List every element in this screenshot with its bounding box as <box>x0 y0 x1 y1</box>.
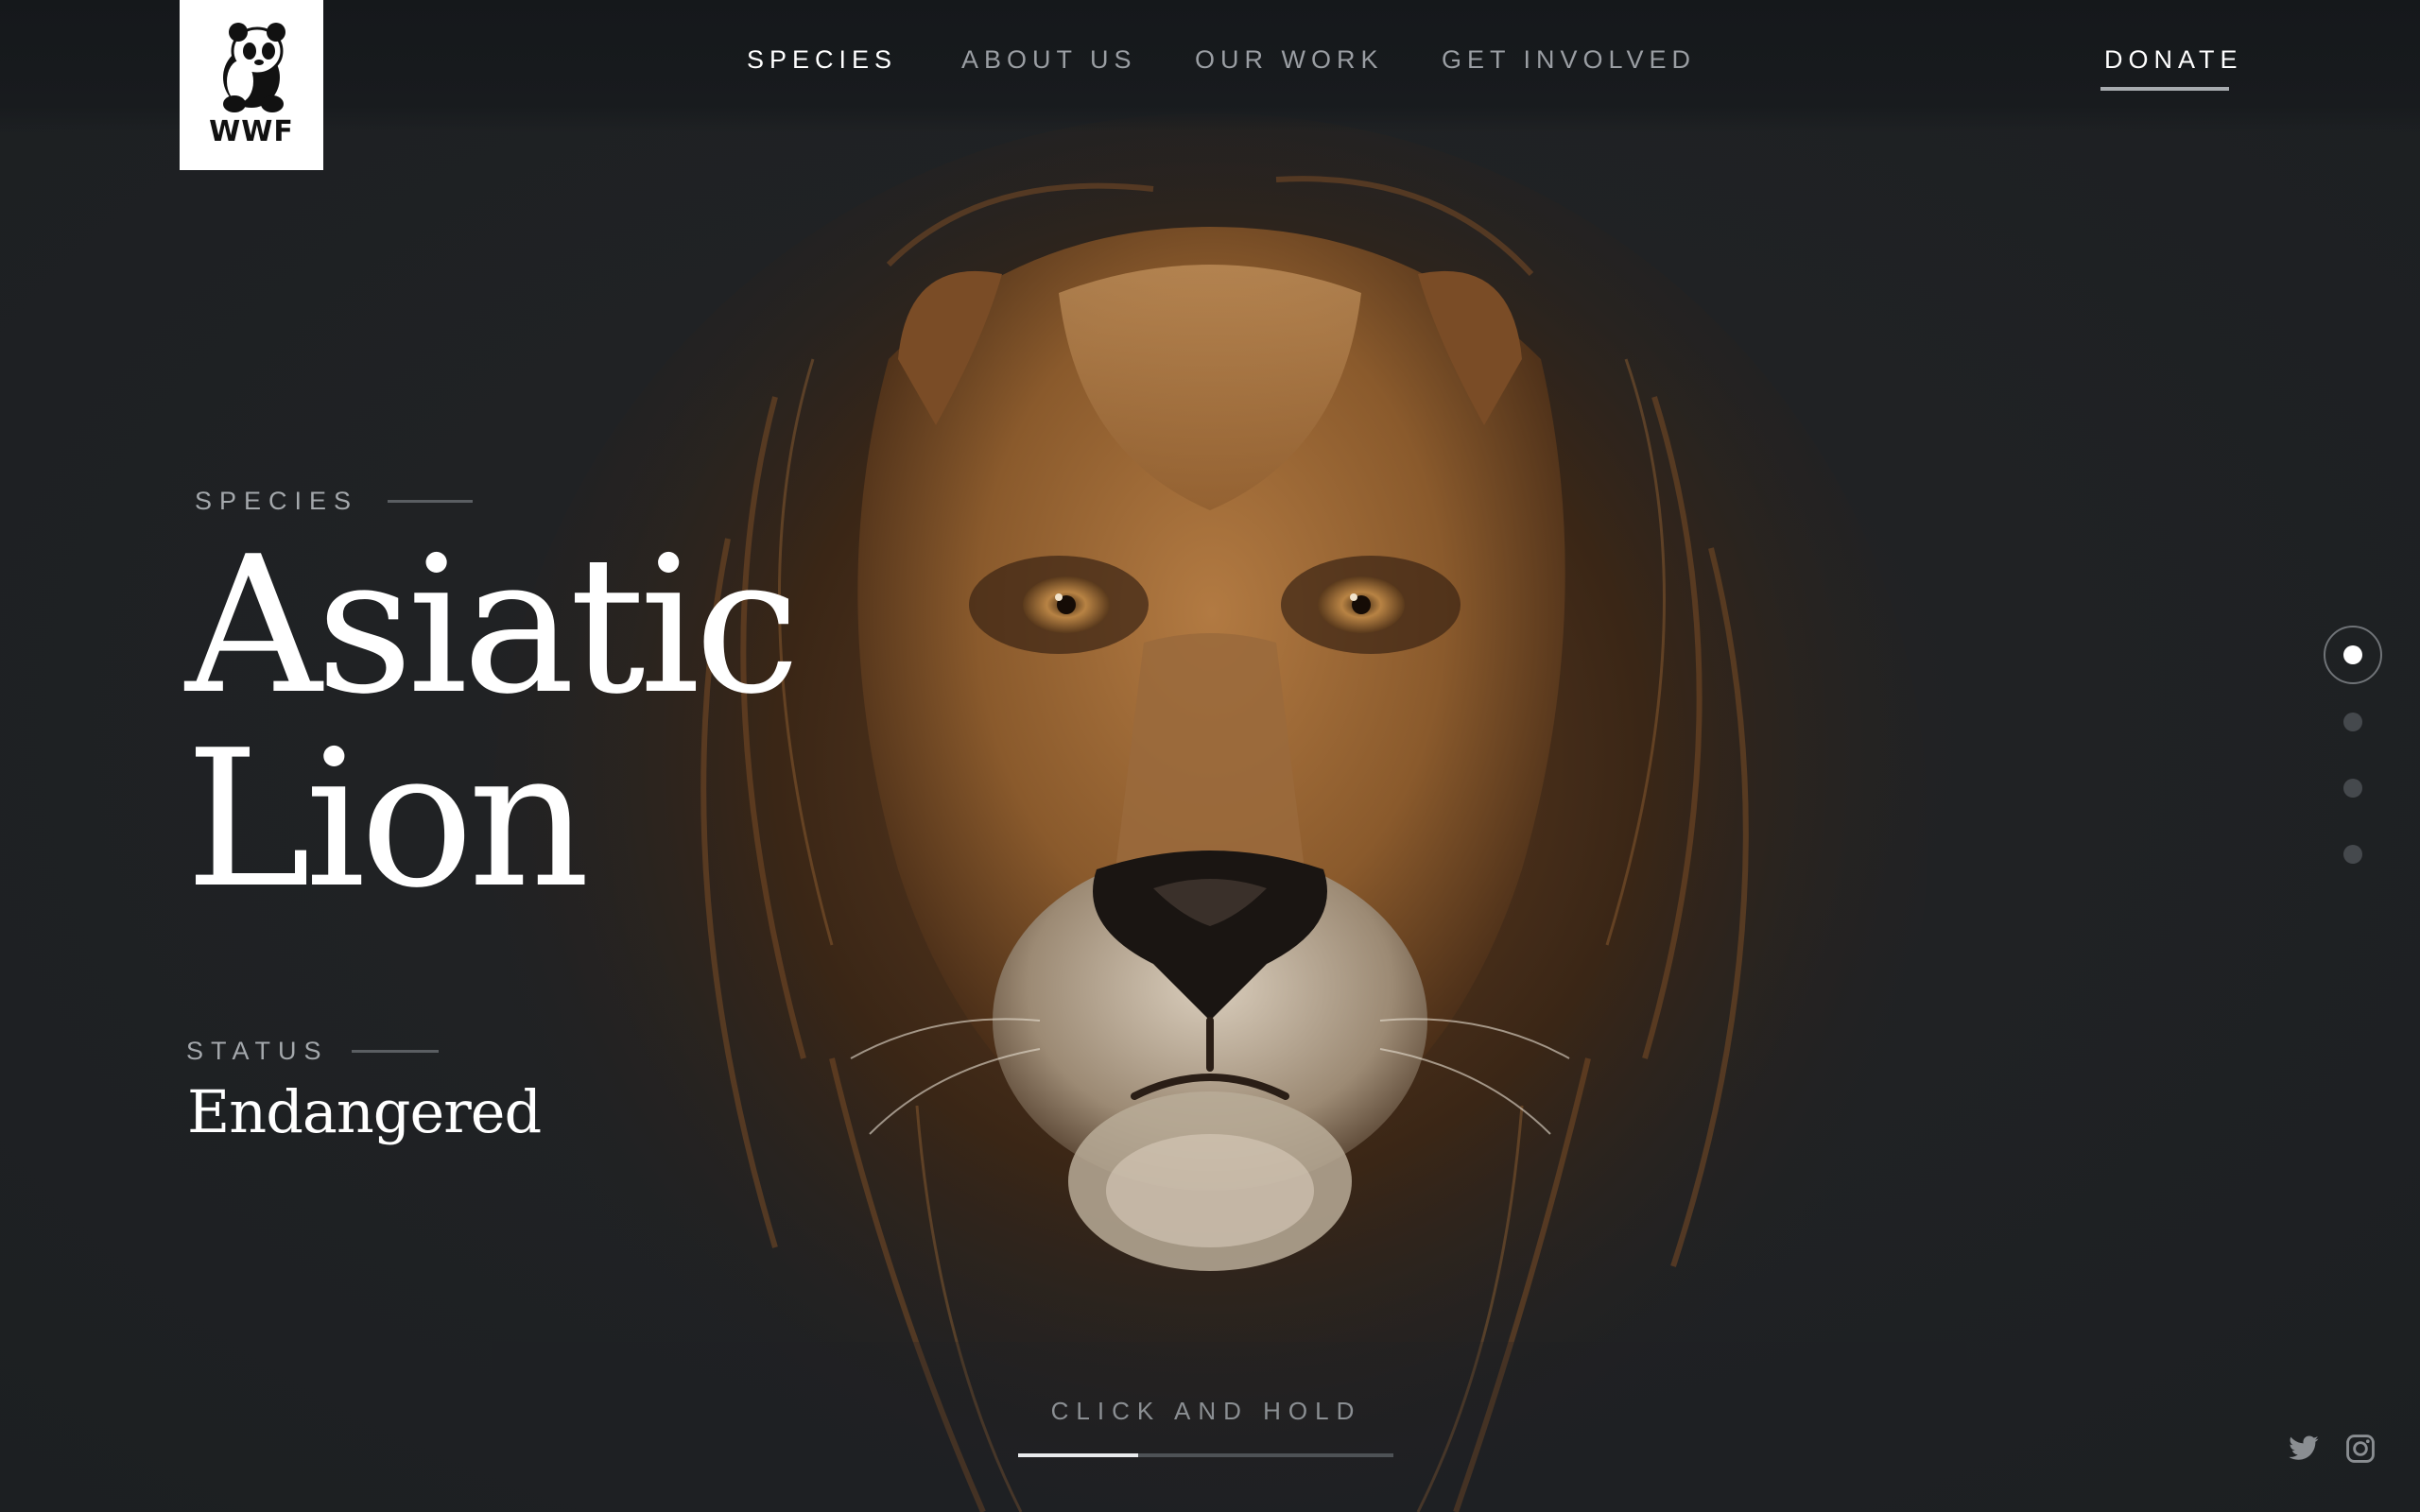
status-value: Endangered <box>187 1077 542 1146</box>
wwf-logo[interactable]: WWF <box>180 0 323 170</box>
click-and-hold-label: CLICK AND HOLD <box>1050 1397 1362 1425</box>
status-label-line <box>352 1050 439 1053</box>
species-title: Asiatic Lion <box>185 516 801 930</box>
pager-dot-active-inner <box>2343 645 2362 664</box>
species-eyebrow: SPECIES <box>195 487 359 515</box>
pager-dot-4[interactable] <box>2343 845 2362 864</box>
logo-wordmark: WWF <box>209 115 294 148</box>
species-eyebrow-line <box>388 500 473 503</box>
nav-our-work[interactable]: OUR WORK <box>1195 45 1384 75</box>
pager-dot-active[interactable] <box>2324 626 2382 684</box>
instagram-icon[interactable] <box>2344 1433 2377 1465</box>
pager-dot-3[interactable] <box>2343 779 2362 798</box>
species-title-line-2: Lion <box>185 710 590 930</box>
click-and-hold-progress-fill <box>1018 1453 1139 1457</box>
panda-icon <box>223 23 285 112</box>
nav-species[interactable]: SPECIES <box>747 45 897 75</box>
twitter-icon[interactable] <box>2288 1433 2320 1465</box>
page-root: WWF SPECIES ABOUT US OUR WORK GET INVOLV… <box>0 0 2420 1512</box>
click-and-hold-progress[interactable] <box>1018 1453 1393 1457</box>
status-label: STATUS <box>186 1037 329 1065</box>
pager-dot-2[interactable] <box>2343 713 2362 731</box>
nav-get-involved[interactable]: GET INVOLVED <box>1442 45 1696 75</box>
donate-underline <box>2100 87 2229 91</box>
nav-about-us[interactable]: ABOUT US <box>961 45 1137 75</box>
donate-button[interactable]: DONATE <box>2104 45 2243 75</box>
species-title-line-1: Asiatic <box>185 516 801 736</box>
